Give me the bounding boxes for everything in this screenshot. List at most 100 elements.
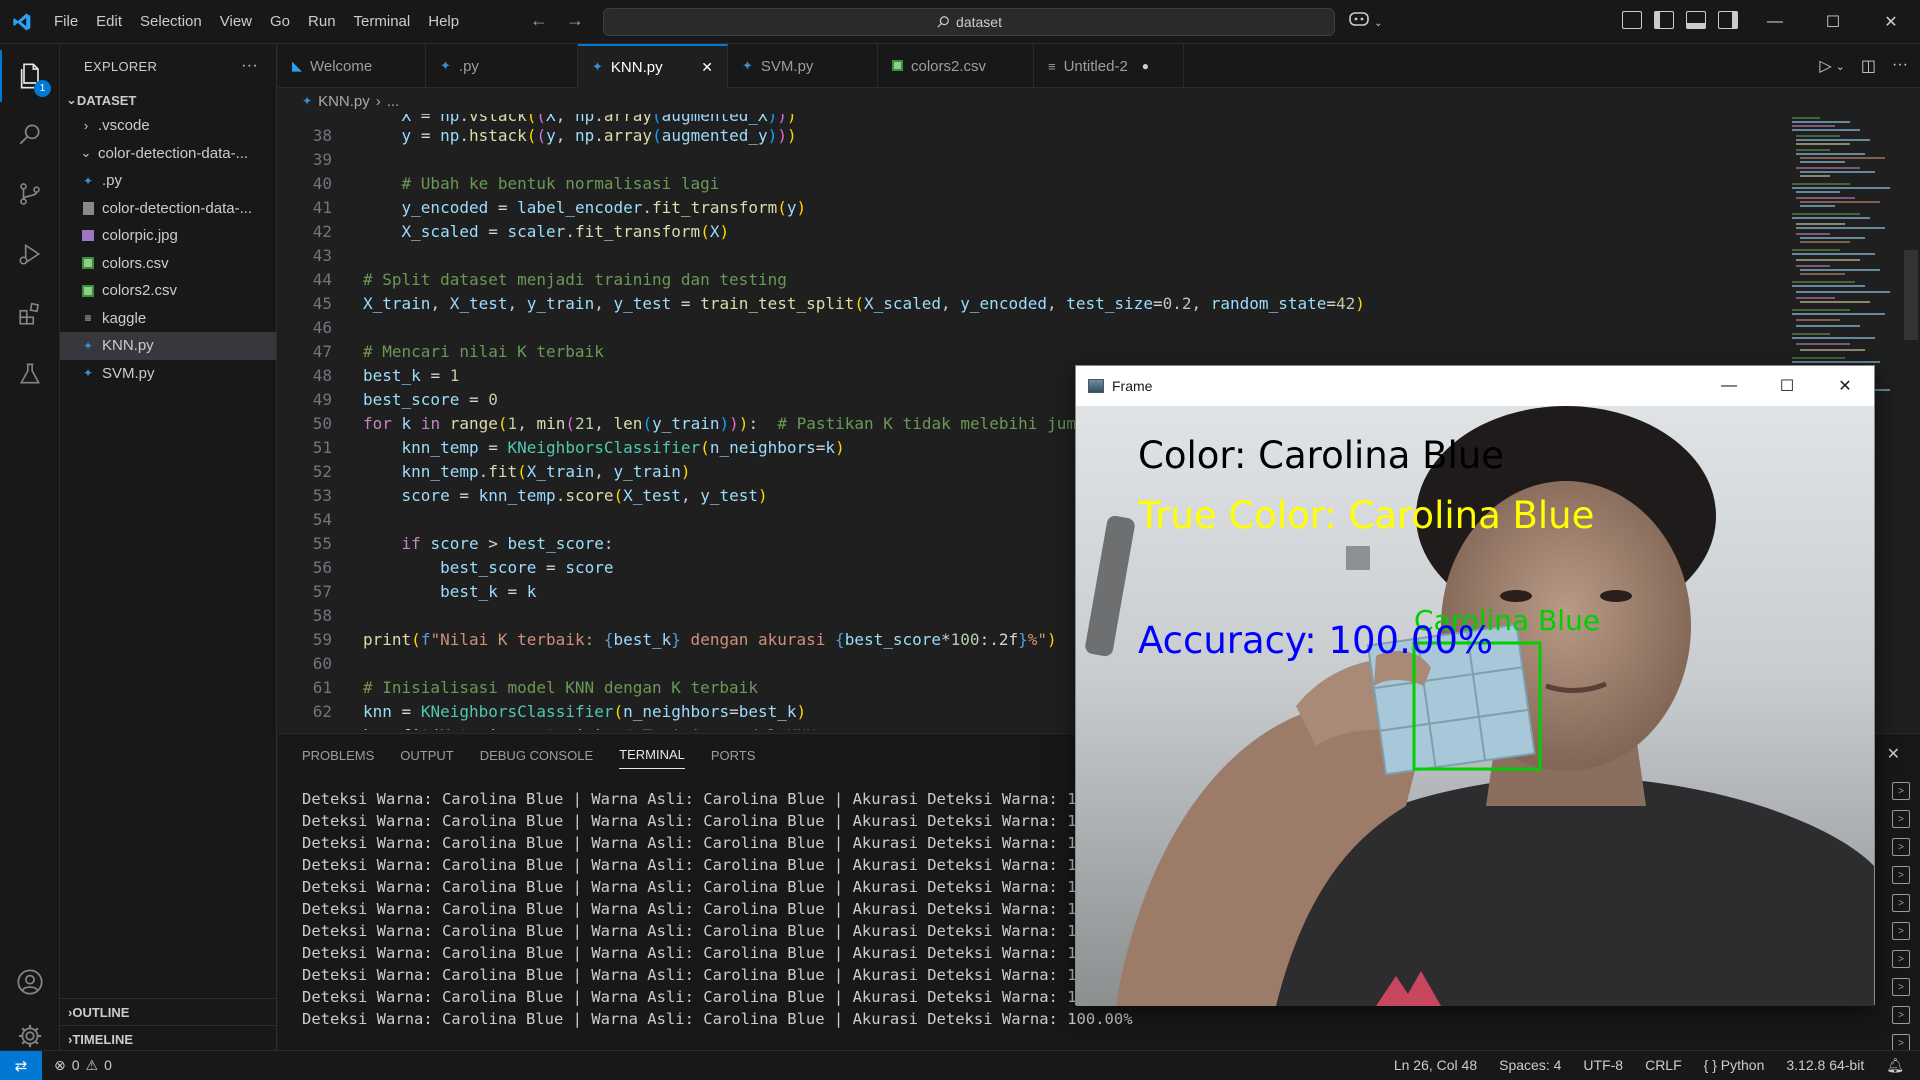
image-file-icon — [80, 228, 96, 244]
python-file-icon: ✦ — [302, 94, 313, 108]
tree-item-colors2-csv[interactable]: colors2.csv — [60, 277, 276, 305]
terminal-line: Deteksi Warna: Carolina Blue | Warna Asl… — [302, 900, 1105, 918]
true-color-label: True Color: Carolina Blue — [1138, 494, 1595, 537]
tree-item-colorpic[interactable]: colorpic.jpg — [60, 222, 276, 250]
notifications-bell-icon[interactable]: 🔔︎ — [1886, 1057, 1904, 1074]
tree-item-color-detection-folder[interactable]: ⌄ color-detection-data-... — [60, 140, 276, 168]
split-editor-icon[interactable]: ◫ — [1861, 56, 1876, 76]
tab-svm-py[interactable]: ✦ SVM.py — [728, 44, 878, 88]
frame-close-button[interactable]: ✕ — [1816, 366, 1874, 405]
menu-run[interactable]: Run — [300, 9, 344, 34]
tab-ports[interactable]: PORTS — [711, 748, 756, 763]
tree-item-vscode[interactable]: › .vscode — [60, 112, 276, 140]
toggle-secondary-sidebar-icon[interactable] — [1718, 11, 1738, 29]
back-arrow-icon[interactable]: ← — [530, 10, 548, 31]
terminal-instance-icon[interactable]: > — [1892, 782, 1910, 800]
cursor-position[interactable]: Ln 26, Col 48 — [1394, 1057, 1477, 1074]
toggle-panel-icon[interactable] — [1686, 11, 1706, 29]
tree-item-colors-csv[interactable]: colors.csv — [60, 250, 276, 278]
extensions-activity[interactable] — [0, 288, 60, 340]
chevron-down-icon[interactable]: ⌄ — [1836, 60, 1845, 76]
editor-tabs: ◣ Welcome ✦ .py ✦ KNN.py ✕ ✦ SVM.py colo… — [278, 44, 1920, 88]
line-number: 54 — [312, 510, 332, 529]
breadcrumb-file[interactable]: KNN.py — [318, 93, 370, 110]
terminal-instance-icon[interactable]: > — [1892, 922, 1910, 940]
close-panel-icon[interactable]: ✕ — [1887, 744, 1900, 764]
command-center-search[interactable]: dataset — [603, 8, 1335, 36]
testing-activity[interactable] — [0, 348, 60, 400]
tab-output[interactable]: OUTPUT — [400, 748, 453, 763]
search-activity[interactable] — [0, 108, 60, 160]
remote-indicator-icon[interactable]: ⇄ — [0, 1050, 42, 1080]
terminal-line: Deteksi Warna: Carolina Blue | Warna Asl… — [302, 878, 1105, 896]
terminal-instance-icon[interactable]: > — [1892, 866, 1910, 884]
run-debug-activity[interactable] — [0, 228, 60, 280]
tree-item-color-detection-file[interactable]: color-detection-data-... — [60, 195, 276, 223]
more-actions-icon[interactable]: ··· — [1892, 56, 1908, 76]
python-interpreter[interactable]: 3.12.8 64-bit — [1786, 1057, 1864, 1074]
gear-icon — [18, 1024, 42, 1048]
indentation[interactable]: Spaces: 4 — [1499, 1057, 1561, 1074]
frame-minimize-button[interactable]: — — [1700, 366, 1758, 405]
tree-item-dot-py[interactable]: ✦ .py — [60, 167, 276, 195]
more-actions-icon[interactable]: ··· — [241, 57, 258, 75]
tab-debug-console[interactable]: DEBUG CONSOLE — [480, 748, 593, 763]
customize-layout-icon[interactable] — [1622, 11, 1642, 29]
workspace-folder[interactable]: ⌄ DATASET — [60, 88, 276, 112]
menu-help[interactable]: Help — [420, 9, 467, 34]
menu-edit[interactable]: Edit — [88, 9, 130, 34]
minimize-button[interactable]: — — [1746, 0, 1804, 44]
unsaved-dot-icon[interactable]: ● — [1142, 59, 1149, 73]
close-button[interactable]: ✕ — [1862, 0, 1920, 44]
menu-view[interactable]: View — [212, 9, 260, 34]
tab-colors2-csv[interactable]: colors2.csv — [878, 44, 1034, 88]
source-control-activity[interactable] — [0, 168, 60, 220]
line-number: 46 — [312, 318, 332, 337]
encoding[interactable]: UTF-8 — [1583, 1057, 1623, 1074]
outline-label: OUTLINE — [72, 1004, 130, 1020]
line-number: 50 — [312, 414, 332, 433]
tree-item-svm-py[interactable]: ✦ SVM.py — [60, 360, 276, 388]
forward-arrow-icon[interactable]: → — [566, 10, 584, 31]
close-tab-icon[interactable]: ✕ — [701, 59, 713, 76]
vscode-logo-icon — [0, 0, 44, 44]
line-number: 56 — [312, 558, 332, 577]
problems-status[interactable]: ⊗ 0 ⚠ 0 — [54, 1057, 112, 1074]
frame-title-bar[interactable]: Frame — ☐ ✕ — [1076, 366, 1874, 405]
terminal-instance-icon[interactable]: > — [1892, 838, 1910, 856]
maximize-button[interactable]: ☐ — [1804, 0, 1862, 44]
menu-go[interactable]: Go — [262, 9, 298, 34]
terminal-instance-icon[interactable]: > — [1892, 810, 1910, 828]
explorer-activity[interactable]: 1 — [0, 50, 60, 102]
tab-untitled-2[interactable]: ≡ Untitled-2 ● — [1034, 44, 1184, 88]
tree-item-knn-py[interactable]: ✦ KNN.py — [60, 332, 276, 360]
terminal-instance-icon[interactable]: > — [1892, 1006, 1910, 1024]
menu-terminal[interactable]: Terminal — [346, 9, 419, 34]
menu-selection[interactable]: Selection — [132, 9, 210, 34]
terminal-instance-icon[interactable]: > — [1892, 950, 1910, 968]
tab-problems[interactable]: PROBLEMS — [302, 748, 374, 763]
menu-file[interactable]: File — [46, 9, 86, 34]
editor-scrollbar[interactable] — [1904, 250, 1918, 340]
tree-item-kaggle[interactable]: ≡ kaggle — [60, 305, 276, 333]
tab-knn-py[interactable]: ✦ KNN.py ✕ — [578, 44, 728, 88]
run-debug-icon — [19, 243, 41, 265]
end-of-line[interactable]: CRLF — [1645, 1057, 1682, 1074]
terminal-instance-icon[interactable]: > — [1892, 978, 1910, 996]
copilot-icon[interactable]: ⌄ — [1348, 10, 1383, 30]
copilot-chevron-icon[interactable]: ⌄ — [1374, 18, 1382, 29]
outline-section[interactable]: › OUTLINE — [60, 998, 277, 1025]
python-file-icon: ✦ — [82, 173, 94, 188]
timeline-section[interactable]: › TIMELINE — [60, 1025, 277, 1052]
tab-terminal[interactable]: TERMINAL — [619, 747, 685, 769]
timeline-label: TIMELINE — [72, 1031, 134, 1047]
toggle-sidebar-icon[interactable] — [1654, 11, 1674, 29]
accounts-activity[interactable] — [0, 956, 60, 1008]
tab-welcome[interactable]: ◣ Welcome — [278, 44, 426, 88]
tab-dot-py[interactable]: ✦ .py — [426, 44, 578, 88]
language-mode[interactable]: { } Python — [1704, 1057, 1765, 1074]
breadcrumb-symbol[interactable]: ... — [387, 93, 400, 110]
frame-maximize-button[interactable]: ☐ — [1758, 366, 1816, 405]
terminal-instance-icon[interactable]: > — [1892, 894, 1910, 912]
run-file-icon[interactable]: ▷ — [1819, 56, 1831, 76]
